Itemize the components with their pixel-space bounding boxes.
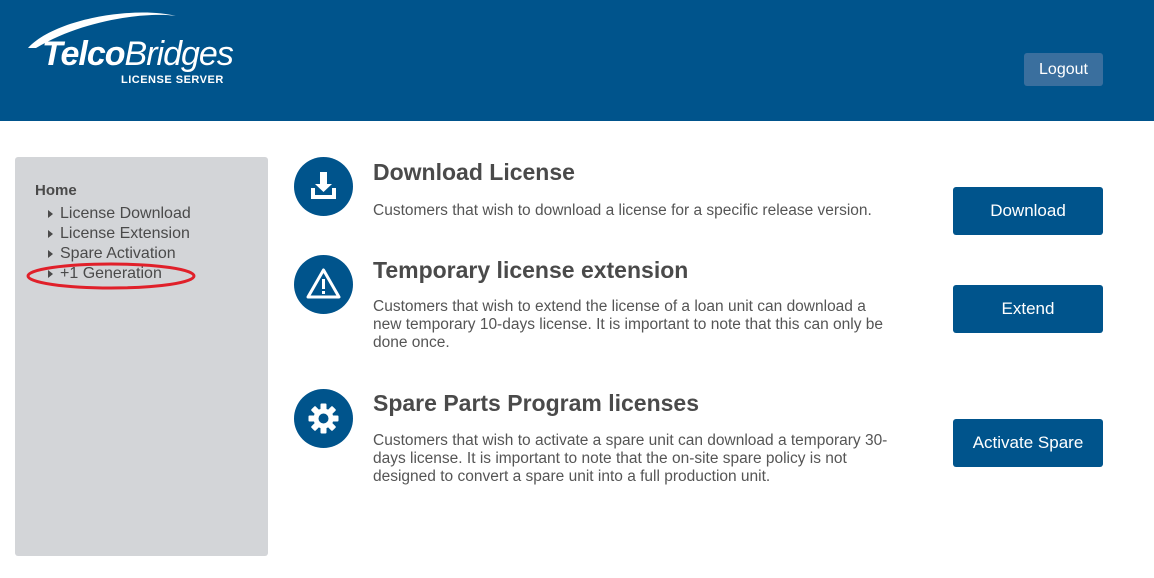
row-title: Temporary license extension xyxy=(373,257,689,283)
download-icon xyxy=(294,157,353,216)
temporary-extension-row: Temporary license extension Customers th… xyxy=(294,255,1114,355)
caret-right-icon xyxy=(48,250,53,258)
row-description: Customers that wish to extend the licens… xyxy=(373,298,884,351)
caret-right-icon xyxy=(48,230,53,238)
sidebar-item-plus1-generation[interactable]: +1 Generation xyxy=(45,264,191,284)
download-license-row: Download License Customers that wish to … xyxy=(294,157,1114,237)
logout-button[interactable]: Logout xyxy=(1024,53,1103,86)
extend-button[interactable]: Extend xyxy=(953,285,1103,333)
caret-right-icon xyxy=(48,210,53,218)
row-description: Customers that wish to download a licens… xyxy=(373,202,872,219)
sidebar-item-label: License Extension xyxy=(60,225,190,242)
sidebar-home-link[interactable]: Home xyxy=(35,182,77,199)
spare-parts-row: Spare Parts Program licenses Customers t… xyxy=(294,389,1114,489)
warning-icon xyxy=(294,255,353,314)
download-button[interactable]: Download xyxy=(953,187,1103,235)
sidebar-item-label: Spare Activation xyxy=(60,245,176,262)
header-bar: TelcoBridges LICENSE SERVER Logout xyxy=(0,0,1154,121)
sidebar-item-label: License Download xyxy=(60,205,191,222)
sidebar-item-license-extension[interactable]: License Extension xyxy=(45,224,191,244)
activate-spare-button[interactable]: Activate Spare xyxy=(953,419,1103,467)
row-title: Spare Parts Program licenses xyxy=(373,390,699,416)
telcobridges-logo[interactable]: TelcoBridges LICENSE SERVER xyxy=(26,10,236,92)
logo-wordmark: TelcoBridges xyxy=(42,35,234,73)
row-description: Customers that wish to activate a spare … xyxy=(373,432,888,485)
logo-subtitle: LICENSE SERVER xyxy=(121,74,224,86)
gear-icon xyxy=(294,389,353,448)
caret-right-icon xyxy=(48,270,53,278)
sidebar-item-license-download[interactable]: License Download xyxy=(45,204,191,224)
sidebar-menu: License Download License Extension Spare… xyxy=(45,204,191,284)
sidebar-item-spare-activation[interactable]: Spare Activation xyxy=(45,244,191,264)
row-title: Download License xyxy=(373,159,575,185)
sidebar: Home License Download License Extension … xyxy=(15,157,268,556)
sidebar-item-label: +1 Generation xyxy=(60,265,162,282)
